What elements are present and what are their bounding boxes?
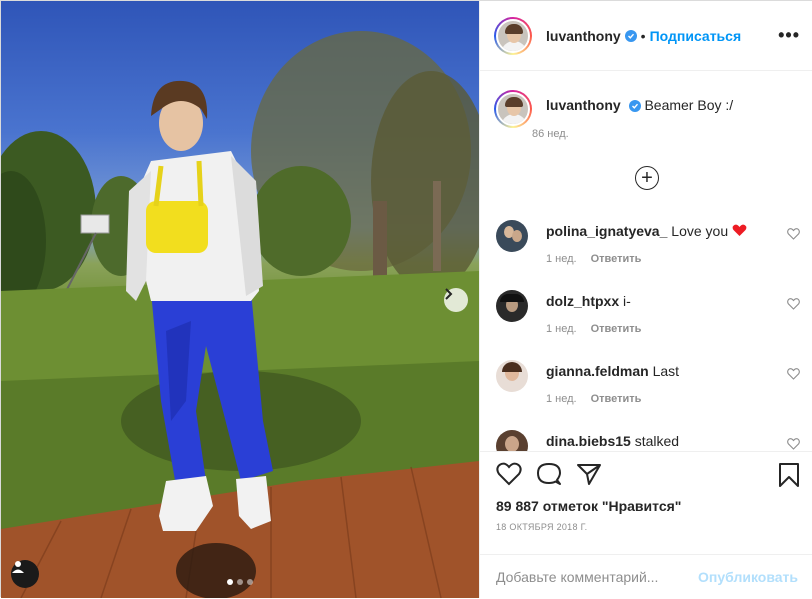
like-comment-icon[interactable] xyxy=(787,438,800,450)
user-icon xyxy=(12,561,24,573)
comment-item: dina.biebs15 stalked xyxy=(496,430,806,451)
carousel-dot xyxy=(237,579,243,585)
comment-time: 1 нед. xyxy=(546,393,577,405)
caption-username[interactable]: luvanthony xyxy=(546,97,621,113)
reply-button[interactable]: Ответить xyxy=(591,323,642,335)
carousel-dot-active xyxy=(227,579,233,585)
carousel-dot xyxy=(247,579,253,585)
verified-badge-icon xyxy=(628,100,641,112)
verified-badge-icon xyxy=(624,29,637,42)
comment-avatar[interactable] xyxy=(496,360,528,392)
post-photo[interactable] xyxy=(1,1,479,598)
post-caption: luvanthony Beamer Boy :/ xyxy=(494,90,733,128)
comments-list[interactable]: luvanthony Beamer Boy :/ 86 нед. + polin… xyxy=(480,72,812,451)
comment-text: Last xyxy=(652,363,680,379)
like-comment-icon[interactable] xyxy=(787,298,800,310)
publish-button[interactable]: Опубликовать xyxy=(698,569,798,585)
like-comment-icon[interactable] xyxy=(787,228,800,240)
reply-button[interactable]: Ответить xyxy=(591,393,642,405)
comment-username[interactable]: dina.biebs15 xyxy=(546,433,631,449)
caption-text: Beamer Boy :/ xyxy=(644,97,734,113)
comment-text: stalked xyxy=(634,433,680,449)
comment-username[interactable]: polina_ignatyeva_ xyxy=(546,223,667,239)
comment-item: polina_ignatyeva_ Love you 1 нед. Ответи… xyxy=(496,220,806,286)
comment-username[interactable]: dolz_htpxx xyxy=(546,293,619,309)
comment-avatar[interactable] xyxy=(496,220,528,252)
chevron-right-icon xyxy=(445,288,453,300)
add-comment-form: Опубликовать xyxy=(480,554,812,599)
comment-time: 1 нед. xyxy=(546,253,577,265)
comment-bubble-icon[interactable] xyxy=(536,462,562,486)
reply-button[interactable]: Ответить xyxy=(591,253,642,265)
comment-input[interactable] xyxy=(496,569,696,585)
caption-avatar[interactable] xyxy=(494,90,532,128)
author-avatar[interactable] xyxy=(494,16,532,55)
post-header: luvanthony • Подписаться ••• xyxy=(480,1,812,71)
photo-scene xyxy=(1,31,479,598)
caption-time: 86 нед. xyxy=(532,128,569,140)
load-more-comments-button[interactable]: + xyxy=(635,166,659,190)
post-date: 18 ОКТЯБРЯ 2018 Г. xyxy=(496,522,588,532)
comment-item: gianna.feldman Last 1 нед. Ответить xyxy=(496,360,806,426)
bookmark-icon[interactable] xyxy=(778,462,800,488)
heart-emoji-icon xyxy=(732,224,747,236)
post-dialog: luvanthony • Подписаться ••• luvanthony … xyxy=(0,0,812,598)
comment-time: 1 нед. xyxy=(546,323,577,335)
post-actions: 89 887 отметок "Нравится" 18 ОКТЯБРЯ 201… xyxy=(480,451,812,598)
comment-username[interactable]: gianna.feldman xyxy=(546,363,649,379)
tagged-users-button[interactable] xyxy=(11,560,39,588)
comment-avatar[interactable] xyxy=(496,430,528,451)
follow-button[interactable]: Подписаться xyxy=(650,28,742,44)
like-comment-icon[interactable] xyxy=(787,368,800,380)
share-send-icon[interactable] xyxy=(576,462,602,486)
header-separator: • xyxy=(640,27,646,44)
like-heart-icon[interactable] xyxy=(496,462,522,486)
comment-text: Love you xyxy=(671,223,729,239)
next-photo-button[interactable] xyxy=(444,288,468,312)
carousel-indicator xyxy=(227,579,253,585)
comment-avatar[interactable] xyxy=(496,290,528,322)
more-options-button[interactable]: ••• xyxy=(778,25,800,46)
author-username[interactable]: luvanthony xyxy=(546,28,621,44)
comment-text: i- xyxy=(623,293,631,309)
comment-item: dolz_htpxx i- 1 нед. Ответить xyxy=(496,290,806,356)
post-side-panel: luvanthony • Подписаться ••• luvanthony … xyxy=(479,1,812,598)
likes-count[interactable]: 89 887 отметок "Нравится" xyxy=(496,498,681,514)
